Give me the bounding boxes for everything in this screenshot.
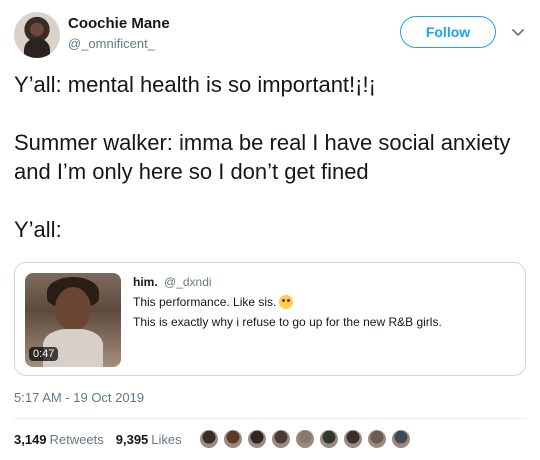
quoted-tweet[interactable]: 0:47 him. @_dxndi This performance. Like… (14, 262, 526, 376)
retweets-count: 3,149 (14, 432, 47, 447)
quoted-author-name: him. (133, 275, 158, 289)
video-thumbnail[interactable]: 0:47 (25, 273, 121, 367)
liker-avatar[interactable] (294, 428, 316, 450)
tweet-line-3: Y’all: (14, 217, 62, 242)
liker-avatar[interactable] (198, 428, 220, 450)
liker-avatar[interactable] (366, 428, 388, 450)
divider (14, 418, 526, 419)
tweet-stats: 3,149 Retweets 9,395 Likes (14, 432, 182, 447)
author-handle[interactable]: @_omnificent_ (68, 36, 155, 51)
retweets-label: Retweets (49, 432, 104, 447)
likes-stat[interactable]: 9,395 Likes (116, 432, 182, 447)
likes-count: 9,395 (115, 432, 149, 447)
liker-avatar[interactable] (390, 428, 412, 450)
tweet-line-1: Y’all: mental health is so important!¡!¡ (14, 72, 376, 97)
quoted-tweet-body: him. @_dxndi This performance. Like sis.… (133, 275, 513, 329)
likes-label: Likes (151, 432, 182, 447)
rolling-eyes-emoji-icon (279, 295, 294, 309)
likers-avatars (198, 428, 414, 450)
author-name[interactable]: Coochie Mane (68, 15, 170, 32)
quoted-tweet-line-1: This performance. Like sis. (133, 295, 513, 309)
quoted-line-1-text: This performance. Like sis. (133, 295, 277, 309)
quoted-author-handle: @_dxndi (164, 275, 212, 289)
follow-button[interactable]: Follow (400, 16, 496, 48)
chevron-down-icon[interactable] (510, 24, 526, 40)
liker-avatar[interactable] (342, 428, 364, 450)
liker-avatar[interactable] (318, 428, 340, 450)
author-avatar[interactable] (14, 12, 60, 58)
tweet-timestamp[interactable]: 5:17 AM - 19 Oct 2019 (14, 390, 144, 405)
liker-avatar[interactable] (270, 428, 292, 450)
tweet-text: Y’all: mental health is so important!¡!¡… (14, 70, 526, 273)
quoted-tweet-header: him. @_dxndi (133, 275, 513, 289)
retweets-stat[interactable]: 3,149 Retweets (14, 432, 104, 447)
tweet-line-2: Summer walker: imma be real I have socia… (14, 130, 511, 184)
liker-avatar[interactable] (222, 428, 244, 450)
liker-avatar[interactable] (246, 428, 268, 450)
quoted-tweet-line-2: This is exactly why i refuse to go up fo… (133, 315, 442, 329)
tweet-header: Coochie Mane @_omnificent_ Follow (14, 12, 526, 60)
thumbnail-face (55, 287, 91, 331)
video-duration: 0:47 (29, 347, 59, 361)
